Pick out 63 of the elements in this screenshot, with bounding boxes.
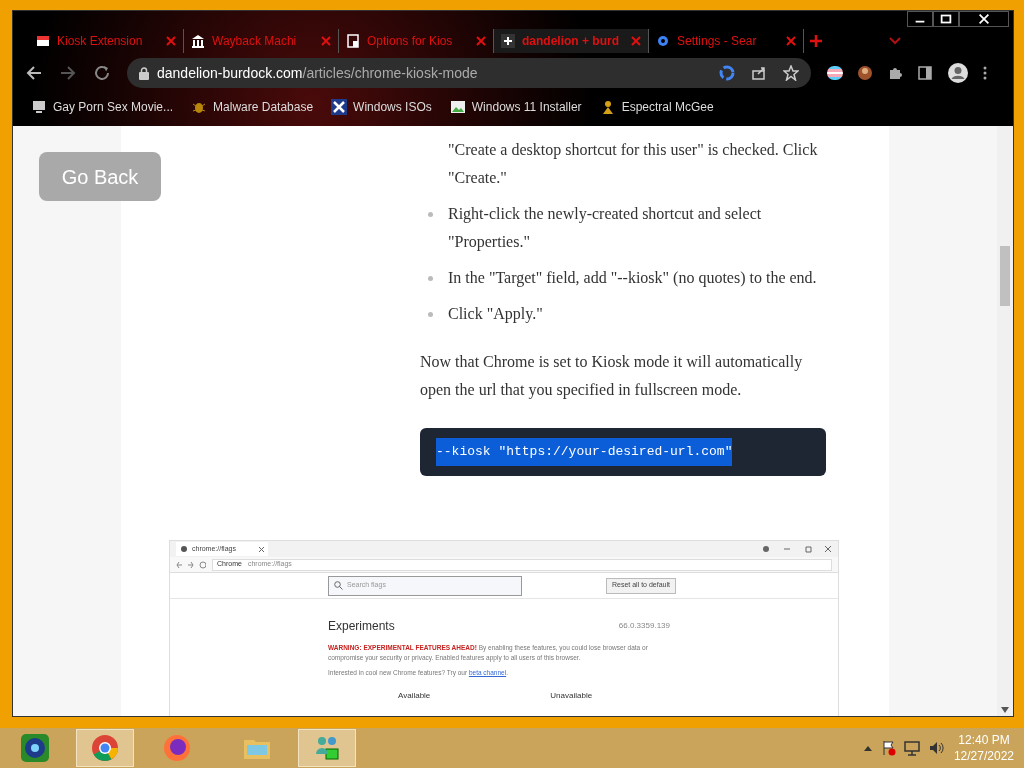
bookmark[interactable]: Malware Database [189,98,316,116]
profile-icon[interactable] [947,62,969,84]
close-icon [259,546,264,552]
list-item-text: Right-click the newly-created shortcut and select "Properties." [448,204,763,253]
bookmark[interactable]: Espectral McGee [597,98,716,116]
flag-error-icon[interactable] [881,740,896,756]
computer-icon [31,99,47,115]
clock[interactable]: 12:40 PM 12/27/2022 [953,732,1024,764]
scrollbar[interactable] [997,126,1013,716]
url-text: dandelion-burdock.com/articles/chrome-kiosk-mode [157,63,479,83]
bookmark[interactable]: Gay Porn Sex Movie... [29,98,176,116]
back-arrow-icon[interactable] [25,64,43,82]
minimize-icon[interactable] [907,11,933,27]
chrome-icon [89,732,121,764]
columns-building-icon [190,33,206,49]
picture-icon [449,99,466,115]
go-back-button[interactable]: Go Back [39,152,161,201]
side-panel-icon[interactable] [917,65,933,81]
bookmark[interactable]: Windows ISOs [329,98,434,116]
plus-square-icon [500,33,516,49]
address-bar[interactable]: dandelion-burdock.com/articles/chrome-kiosk-mode [127,58,811,88]
chevron-down-icon[interactable] [888,36,902,46]
page-icon [35,33,51,49]
speaker-icon[interactable] [927,740,944,756]
forward-arrow-icon[interactable] [59,64,77,82]
taskbar-app[interactable] [76,729,134,767]
browser-tab[interactable]: Settings - Sear [649,29,804,53]
heading: Experiments [328,618,395,635]
scrollbar-thumb[interactable] [1000,246,1010,306]
tray-up-arrow-icon[interactable] [863,745,872,751]
reload-icon[interactable] [93,64,111,82]
code-text: --kiosk "https://your-desired-url.com" [436,438,733,466]
lock-icon [139,66,149,80]
browser-tab[interactable]: dandelion + burd [494,29,649,53]
window-controls-icon [762,545,832,553]
column-label: Unavailable [550,689,593,702]
browser-tab[interactable]: Wayback Machi [184,29,339,53]
more-menu-icon[interactable] [983,65,987,81]
paragraph: Now that Chrome is set to Kiosk mode it will automatically open the url that you specified in fullscreen mode. [420,352,804,401]
nav-buttons-icon [176,560,206,569]
x-logo-icon [331,99,348,115]
list-item-text: "Create a desktop shortcut for this user" is checked. Click "Create." [448,140,819,188]
version-text: 66.0.3359.139 [618,620,670,632]
share-icon[interactable] [751,65,767,81]
firefox-icon [161,732,193,764]
list-item-text: In the "Target" field, add "--kiosk" (no quotes) to the end. [448,268,818,289]
document-icon [345,33,361,49]
media-player-icon [19,732,51,764]
network-icon[interactable] [903,740,920,756]
flag-icon[interactable] [827,66,843,80]
column-label: Available [398,689,431,702]
star-icon[interactable] [783,65,799,81]
bookmark[interactable]: Windows 11 Installer [447,98,584,116]
avatar-extension-icon[interactable] [857,65,873,81]
maximize-icon[interactable] [933,11,959,27]
browser-tab[interactable]: Kiosk Extension [29,29,184,53]
new-tab-icon[interactable] [808,33,824,49]
taskbar-app[interactable] [298,729,356,767]
close-icon[interactable] [959,11,1009,27]
list-item-text: Click "Apply." [448,304,544,325]
scroll-down-arrow-icon[interactable] [1000,706,1010,714]
search-icon [334,581,343,590]
puzzle-icon[interactable] [887,65,903,81]
